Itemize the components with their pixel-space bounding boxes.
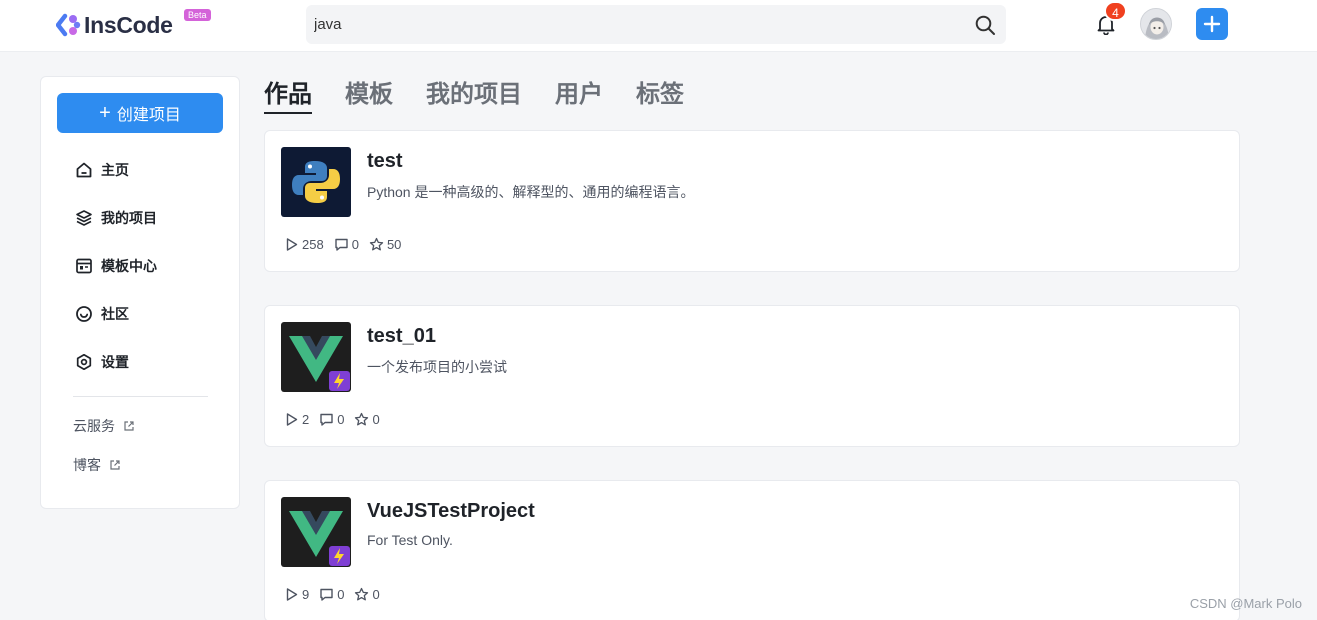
run-count-value: 9 [302,587,310,602]
comment-icon [335,238,348,251]
project-card[interactable]: test Python 是一种高级的、解释型的、通用的编程语言。 258 0 5… [264,130,1240,272]
sidebar-item-community[interactable]: 社区 [75,302,129,326]
tab-templates[interactable]: 模板 [345,80,393,114]
project-description: 一个发布项目的小尝试 [367,359,507,375]
run-count: 258 [284,237,324,252]
watermark: CSDN @Mark Polo [1189,596,1302,611]
create-project-label: 创建项目 [116,107,181,124]
star-icon [355,412,369,426]
tab-users[interactable]: 用户 [555,80,603,114]
project-card[interactable]: test_01 一个发布项目的小尝试 2 0 0 [264,305,1240,447]
link-label: 博客 [73,457,101,473]
sidebar-item-label: 主页 [101,162,129,178]
project-title[interactable]: test [367,150,403,173]
comment-icon [320,588,333,601]
run-count: 2 [284,412,309,427]
link-label: 云服务 [73,418,115,434]
search-bar [306,5,1006,44]
inscode-logo-icon [55,13,82,37]
star-icon [369,237,384,251]
sidebar-item-label: 模板中心 [101,258,157,274]
beta-badge: Beta [184,9,211,21]
project-stats: 2 0 0 [284,412,390,427]
new-button[interactable] [1196,8,1228,40]
run-count-value: 258 [302,237,324,252]
settings-icon [76,353,92,371]
python-logo-icon [281,147,351,217]
external-link-icon [110,460,120,470]
comment-count-value: 0 [337,587,345,602]
top-header: InsCode Beta 4 [0,0,1317,52]
cloud-service-link[interactable]: 云服务 [73,416,135,436]
vue-vite-logo-icon [281,497,351,567]
project-stats: 9 0 0 [284,587,390,602]
sidebar-item-my-projects[interactable]: 我的项目 [75,206,157,230]
content-tabs: 作品 模板 我的项目 用户 标签 [264,80,717,116]
star-count[interactable]: 0 [354,587,380,602]
project-title[interactable]: test_01 [367,325,436,348]
plus-icon: + [99,102,111,124]
sidebar-item-label: 社区 [101,306,129,322]
sidebar: + 创建项目 主页 我的项目 模板中心 社区 设置 云服务 博客 [40,76,240,509]
play-icon [286,413,298,426]
star-count-value: 50 [386,237,402,252]
play-icon [286,588,298,601]
blog-link[interactable]: 博客 [73,455,121,475]
run-count: 9 [284,587,309,602]
star-count[interactable]: 50 [369,237,401,252]
create-project-button[interactable]: + 创建项目 [57,93,223,133]
tab-works[interactable]: 作品 [264,80,312,114]
sidebar-item-settings[interactable]: 设置 [75,350,129,374]
inscode-logo[interactable]: InsCode Beta [55,9,211,40]
tab-tags[interactable]: 标签 [636,80,684,114]
search-input[interactable] [314,5,954,44]
comment-icon [320,413,333,426]
star-count[interactable]: 0 [354,412,380,427]
comment-count-value: 0 [337,412,345,427]
plus-icon [1203,15,1221,33]
logo-text: InsCode [84,11,173,38]
smile-icon [76,306,92,322]
sidebar-item-templates[interactable]: 模板中心 [75,254,157,278]
project-description: For Test Only. [367,532,453,548]
star-count-value: 0 [372,412,380,427]
comment-count[interactable]: 0 [334,237,359,252]
comment-count[interactable]: 0 [319,587,344,602]
project-description: Python 是一种高级的、解释型的、通用的编程语言。 [367,184,695,200]
search-icon[interactable] [974,14,996,36]
sidebar-item-label: 我的项目 [101,210,157,226]
run-count-value: 2 [302,412,310,427]
external-link-icon [124,421,134,431]
template-icon [76,258,92,274]
avatar[interactable] [1140,8,1172,40]
tab-my-projects[interactable]: 我的项目 [426,80,522,114]
play-icon [286,238,298,251]
project-stats: 258 0 50 [284,237,411,252]
sidebar-item-home[interactable]: 主页 [75,158,129,182]
project-title[interactable]: VueJSTestProject [367,500,535,523]
star-icon [355,587,369,601]
notification-badge: 4 [1104,1,1127,21]
sidebar-divider [73,396,208,397]
comment-count[interactable]: 0 [319,412,344,427]
project-card[interactable]: VueJSTestProject For Test Only. 9 0 0 [264,480,1240,620]
vue-vite-logo-icon [281,322,351,392]
layers-icon [76,210,92,226]
home-icon [76,162,92,178]
star-count-value: 0 [372,587,380,602]
sidebar-item-label: 设置 [101,354,129,370]
comment-count-value: 0 [351,237,359,252]
